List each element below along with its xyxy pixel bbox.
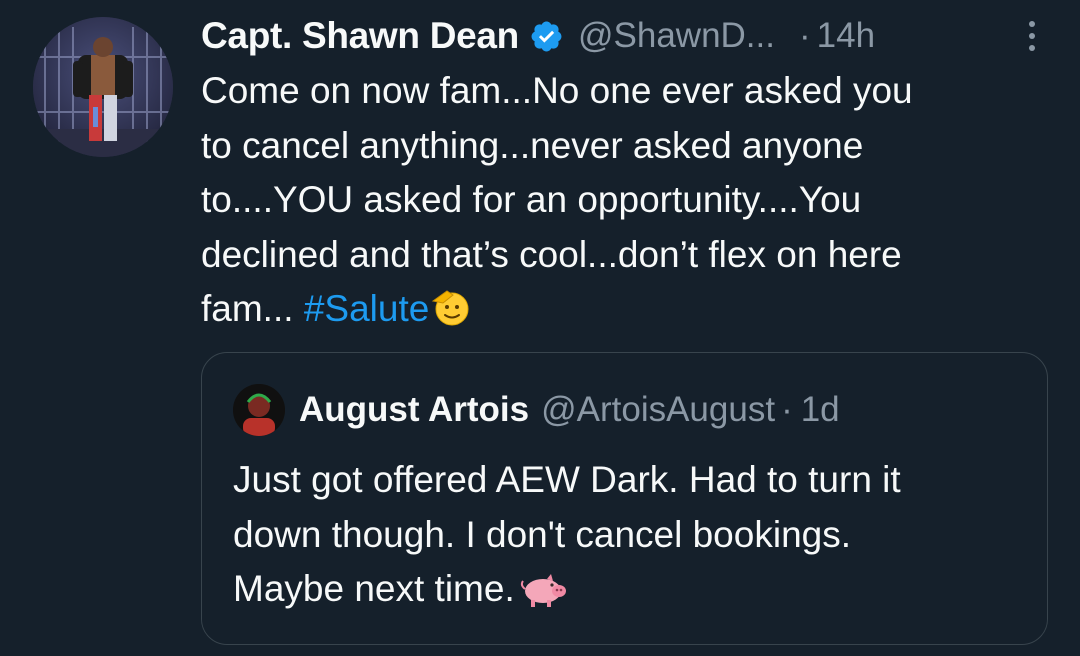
verified-badge-icon bbox=[531, 21, 562, 51]
hashtag-link[interactable]: #Salute bbox=[304, 288, 430, 329]
quoted-tweet[interactable]: August Artois @ArtoisAugust · 1d Just go… bbox=[201, 352, 1048, 645]
quoted-text-line: Just got offered AEW Dark. Had to turn i… bbox=[233, 459, 901, 500]
author-handle[interactable]: @ShawnD... bbox=[578, 16, 775, 56]
tweet-text-line: to....YOU asked for an opportunity....Yo… bbox=[201, 179, 862, 220]
tweet-text-line: declined and that’s cool...don’t flex on… bbox=[201, 233, 902, 275]
quoted-author-avatar[interactable] bbox=[233, 384, 285, 436]
tweet-text-line: to cancel anything...never asked anyone bbox=[201, 124, 864, 166]
more-options-icon[interactable] bbox=[1014, 18, 1050, 54]
tweet-timestamp[interactable]: 14h bbox=[817, 16, 875, 56]
quoted-tweet-text: Just got offered AEW Dark. Had to turn i… bbox=[233, 453, 1033, 617]
saluting-face-emoji bbox=[432, 290, 469, 326]
quoted-author-name[interactable]: August Artois bbox=[299, 390, 529, 430]
tweet-header: Capt. Shawn Dean @ShawnD... · 14h bbox=[201, 12, 1050, 60]
author-name[interactable]: Capt. Shawn Dean bbox=[201, 15, 519, 57]
tweet-text-line: Come on now fam...No one ever asked you bbox=[201, 70, 913, 111]
quoted-header-separator: · bbox=[781, 390, 793, 429]
author-avatar[interactable] bbox=[33, 17, 173, 157]
quoted-author-handle[interactable]: @ArtoisAugust bbox=[541, 390, 775, 430]
header-separator: · bbox=[798, 16, 811, 55]
quoted-tweet-header: August Artois @ArtoisAugust · 1d bbox=[299, 384, 840, 436]
tweet-text-line: fam... #Salute bbox=[201, 282, 1061, 337]
quoted-text-line: down though. I don't cancel bookings. bbox=[233, 513, 851, 555]
quoted-tweet-timestamp[interactable]: 1d bbox=[801, 390, 840, 430]
tweet[interactable]: Capt. Shawn Dean @ShawnD... · 14h Come o… bbox=[0, 0, 1080, 656]
quoted-text-fragment: Maybe next time. bbox=[233, 568, 515, 609]
quoted-text-line: Maybe next time. bbox=[233, 562, 1033, 617]
pig-emoji bbox=[520, 574, 566, 607]
tweet-text: Come on now fam...No one ever asked you … bbox=[201, 64, 1061, 337]
tweet-text-fragment: fam... bbox=[201, 288, 294, 329]
